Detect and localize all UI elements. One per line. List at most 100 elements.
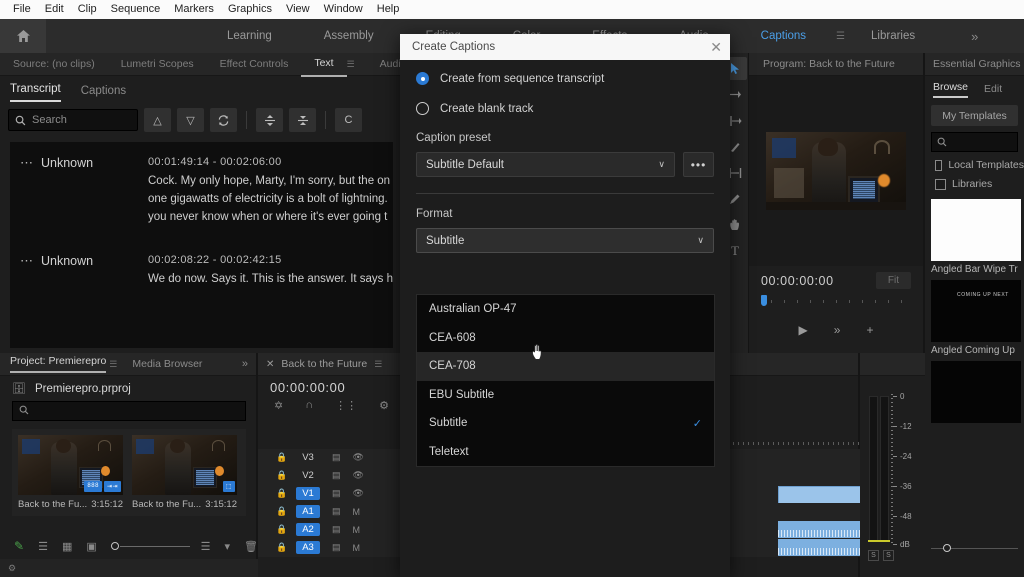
bin-item[interactable]: 888 ⇥⇥ Back to the Fu... 3:15:12 <box>18 435 123 510</box>
sync-transcript-button[interactable] <box>210 108 237 132</box>
close-icon[interactable]: ✕ <box>266 359 274 370</box>
filter-local-templates[interactable]: Local Templates <box>935 159 1024 171</box>
menu-item-file[interactable]: File <box>6 0 38 19</box>
home-button[interactable] <box>0 19 46 53</box>
mute-icon[interactable]: M <box>353 525 361 535</box>
eye-icon[interactable]: 👁 <box>353 452 364 463</box>
menu-item-edit[interactable]: Edit <box>38 0 71 19</box>
menu-item-view[interactable]: View <box>279 0 317 19</box>
essential-graphics-search[interactable] <box>931 132 1018 152</box>
eye-icon[interactable]: 👁 <box>353 470 364 481</box>
toggle-sync-lock-icon[interactable]: ▤ <box>332 452 341 463</box>
transcript-row[interactable]: ⋯ Unknown 00:01:49:14 - 00:02:06:00 Cock… <box>10 142 393 226</box>
workspace-tab-captions[interactable]: Captions <box>735 19 832 53</box>
caption-preset-select[interactable]: Subtitle Default ∨ <box>416 152 675 177</box>
mute-icon[interactable]: M <box>353 507 361 517</box>
dropdown-option-cea-708[interactable]: CEA-708 <box>417 352 714 381</box>
solo-button-right[interactable]: S <box>883 550 894 561</box>
expand-rows-button[interactable] <box>256 108 283 132</box>
close-icon[interactable]: ✕ <box>710 40 722 54</box>
trash-icon[interactable]: 🗑 <box>244 540 258 553</box>
collapse-rows-button[interactable] <box>289 108 316 132</box>
program-scrub-bar[interactable] <box>761 295 911 309</box>
search-next-button[interactable]: ▽ <box>177 108 204 132</box>
menu-item-clip[interactable]: Clip <box>71 0 104 19</box>
workspace-hamburger-icon[interactable]: ☰ <box>836 31 845 42</box>
menu-item-window[interactable]: Window <box>317 0 370 19</box>
caption-preset-more-button[interactable]: ••• <box>683 152 714 177</box>
menu-item-help[interactable]: Help <box>370 0 407 19</box>
create-captions-button[interactable]: C <box>335 108 362 132</box>
dropdown-option-australian-op47[interactable]: Australian OP-47 <box>417 295 714 324</box>
project-search-box[interactable]: 📁 <box>12 401 273 421</box>
tab-text[interactable]: Text <box>301 52 347 77</box>
subtab-captions[interactable]: Captions <box>81 85 126 102</box>
dialog-titlebar[interactable]: Create Captions ✕ <box>400 34 730 60</box>
search-prev-button[interactable]: △ <box>144 108 171 132</box>
project-hamburger-icon[interactable]: ☰ <box>109 359 117 370</box>
transcript-search-input[interactable] <box>32 114 128 126</box>
template-thumbnail[interactable] <box>931 361 1021 423</box>
lock-icon[interactable]: 🔒 <box>276 506 287 517</box>
transcript-list[interactable]: ⋯ Unknown 00:01:49:14 - 00:02:06:00 Cock… <box>10 142 393 348</box>
tab-lumetri-scopes[interactable]: Lumetri Scopes <box>108 53 207 76</box>
filter-libraries[interactable]: Libraries <box>935 178 1024 190</box>
track-name[interactable]: V1 <box>296 487 320 500</box>
track-name[interactable]: A2 <box>296 523 320 536</box>
solo-button-left[interactable]: S <box>868 550 879 561</box>
project-bin-grid[interactable]: 888 ⇥⇥ Back to the Fu... 3:15:12 ⬚ Back … <box>12 429 246 516</box>
option-create-from-transcript[interactable]: Create from sequence transcript <box>416 72 714 85</box>
format-select[interactable]: Subtitle ∨ <box>416 228 714 253</box>
menu-item-markers[interactable]: Markers <box>167 0 221 19</box>
program-playhead[interactable] <box>761 295 767 306</box>
add-marker-icon[interactable]: ⋮⋮ <box>335 399 357 412</box>
transcript-search-box[interactable] <box>8 109 138 131</box>
transcript-row[interactable]: ⋯ Unknown 00:02:08:22 - 00:02:42:15 We d… <box>10 226 393 288</box>
menu-item-graphics[interactable]: Graphics <box>221 0 279 19</box>
linked-selection-icon[interactable]: ∩ <box>305 399 313 412</box>
dropdown-option-teletext[interactable]: Teletext <box>417 438 714 467</box>
fast-forward-icon[interactable]: » <box>834 323 841 337</box>
list-view-icon[interactable]: ☰ <box>38 540 48 553</box>
workspace-tab-assembly[interactable]: Assembly <box>298 19 400 53</box>
dropdown-option-ebu-subtitle[interactable]: EBU Subtitle <box>417 381 714 410</box>
subtab-transcript[interactable]: Transcript <box>10 83 61 102</box>
lock-icon[interactable]: 🔒 <box>276 470 287 481</box>
track-name[interactable]: V3 <box>296 451 320 464</box>
transcript-speaker[interactable]: ⋯ Unknown <box>20 156 148 226</box>
transcript-speaker[interactable]: ⋯ Unknown <box>20 254 148 288</box>
template-thumbnail[interactable]: COMING UP NEXT <box>931 280 1021 342</box>
tab-media-browser[interactable]: Media Browser <box>132 358 202 370</box>
text-panel-hamburger-icon[interactable]: ☰ <box>347 59 355 70</box>
radio-icon[interactable] <box>416 72 429 85</box>
template-zoom-slider[interactable] <box>931 543 1018 555</box>
timeline-sequence-tab[interactable]: Back to the Future <box>281 358 367 370</box>
program-timecode[interactable]: 00:00:00:00 <box>761 274 834 288</box>
option-create-blank-track[interactable]: Create blank track <box>416 102 714 115</box>
toggle-sync-lock-icon[interactable]: ▤ <box>332 470 341 481</box>
radio-icon[interactable] <box>416 102 429 115</box>
add-marker-icon[interactable]: + <box>866 323 873 337</box>
clip-thumbnail[interactable]: ⬚ <box>132 435 237 495</box>
program-monitor-tab[interactable]: Program: Back to the Future <box>763 58 895 70</box>
mute-icon[interactable]: M <box>353 543 361 553</box>
subtab-browse[interactable]: Browse <box>933 81 969 98</box>
my-templates-button[interactable]: My Templates <box>931 105 1018 126</box>
project-file-row[interactable]: 🗄 Premierepro.prproj <box>0 376 256 396</box>
speaker-menu-icon[interactable]: ⋯ <box>20 254 34 268</box>
track-name[interactable]: A3 <box>296 541 320 554</box>
tab-effect-controls[interactable]: Effect Controls <box>207 53 302 76</box>
workspace-tab-libraries[interactable]: Libraries <box>845 19 941 53</box>
workspace-tab-learning[interactable]: Learning <box>201 19 298 53</box>
track-name[interactable]: V2 <box>296 469 320 482</box>
dropdown-option-subtitle[interactable]: Subtitle ✓ <box>417 409 714 438</box>
clip-thumbnail[interactable]: 888 ⇥⇥ <box>18 435 123 495</box>
chevron-down-icon[interactable]: ▾ <box>225 540 231 553</box>
pen-icon[interactable]: ✎ <box>14 539 24 553</box>
toggle-sync-lock-icon[interactable]: ▤ <box>332 524 341 535</box>
toggle-sync-lock-icon[interactable]: ▤ <box>332 506 341 517</box>
thumbnail-zoom-slider[interactable] <box>110 541 190 551</box>
workspace-overflow-icon[interactable]: » <box>971 29 978 44</box>
template-thumbnail[interactable] <box>931 199 1021 261</box>
toggle-sync-lock-icon[interactable]: ▤ <box>332 542 341 553</box>
